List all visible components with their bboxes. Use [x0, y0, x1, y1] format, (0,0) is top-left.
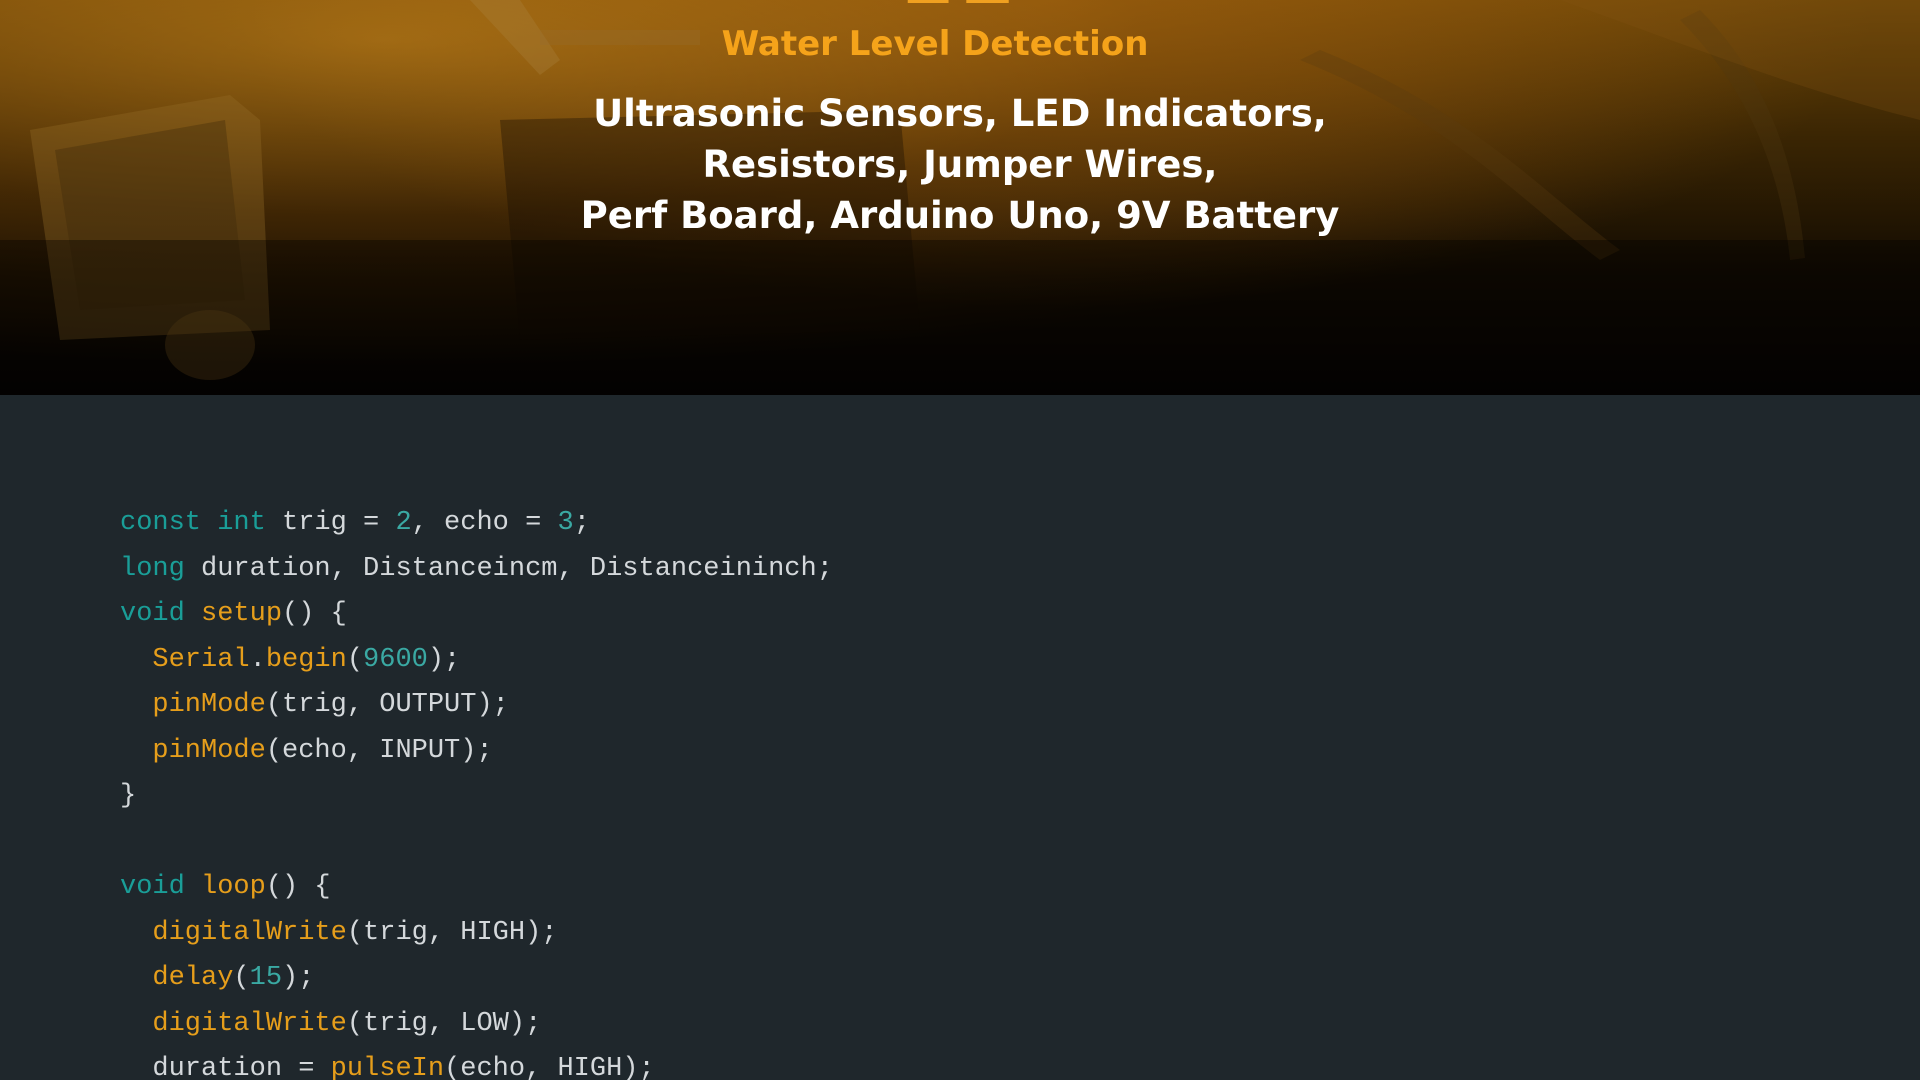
arduino-code: const int trig = 2, echo = 3; long durati…	[120, 501, 833, 1080]
code-token: Serial	[152, 644, 250, 675]
code-token: 9600	[363, 644, 428, 675]
code-line: pinMode(trig, OUTPUT);	[120, 683, 833, 729]
code-token: 2	[395, 508, 412, 538]
code-token: pinMode	[152, 690, 266, 720]
code-line: duration = pulseIn(echo, HIGH);	[120, 1047, 833, 1080]
code-block: const int trig = 2, echo = 3; long durati…	[0, 395, 1920, 1080]
code-token: 3	[557, 508, 574, 538]
code-token: trig =	[265, 508, 396, 538]
code-token: , echo =	[411, 508, 558, 538]
code-token: (trig, OUTPUT);	[265, 690, 509, 720]
code-token: (	[233, 963, 250, 993]
code-token: () {	[265, 872, 331, 902]
code-token: const	[120, 508, 202, 538]
code-token: );	[427, 644, 461, 675]
code-token: .	[249, 644, 266, 675]
code-token: (echo, INPUT);	[265, 735, 493, 766]
code-token: () {	[282, 599, 347, 629]
code-token: duration =	[120, 1054, 331, 1080]
code-token: 15	[249, 963, 283, 993]
code-token: void	[120, 872, 185, 902]
code-token: duration, Distanceincm, Distanceininch;	[184, 553, 833, 584]
code-line: pinMode(echo, INPUT);	[120, 729, 833, 775]
components-list: Ultrasonic Sensors, LED Indicators, Resi…	[0, 88, 1920, 241]
components-line: Resistors, Jumper Wires,	[702, 143, 1218, 186]
code-line: delay(15);	[120, 956, 833, 1002]
code-token: ;	[573, 508, 590, 538]
code-token: (echo, HIGH);	[444, 1054, 655, 1080]
code-line: digitalWrite(trig, HIGH);	[120, 911, 833, 957]
code-token: (trig, LOW);	[346, 1008, 542, 1039]
code-token: int	[217, 508, 266, 538]
code-token: (	[346, 644, 364, 675]
code-token: (trig, HIGH);	[346, 917, 558, 948]
code-token: loop	[201, 872, 266, 902]
project-title: Water Level Detection	[721, 24, 1149, 64]
code-token: void	[120, 599, 185, 629]
code-line: long duration, Distanceincm, Distanceini…	[120, 547, 833, 593]
code-token: pinMode	[152, 735, 266, 766]
code-token: setup	[201, 599, 283, 629]
code-token: digitalWrite	[152, 917, 347, 948]
code-token: pulseIn	[330, 1054, 445, 1080]
components-line: Perf Board, Arduino Uno, 9V Battery	[580, 194, 1340, 237]
code-token: );	[282, 963, 315, 993]
code-line: digitalWrite(trig, LOW);	[120, 1002, 833, 1048]
code-line: void setup() {	[120, 592, 833, 638]
code-token: long	[120, 553, 185, 584]
project-number: 12	[0, 0, 1920, 16]
code-token: digitalWrite	[152, 1008, 347, 1039]
code-token: begin	[265, 644, 347, 675]
components-line: Ultrasonic Sensors, LED Indicators,	[593, 92, 1327, 135]
code-line: Serial.begin(9600);	[120, 638, 833, 684]
code-token: }	[120, 781, 137, 811]
hero-banner: 12 Water Level Detection Ultrasonic Sens…	[0, 0, 1920, 395]
code-line: void loop() {	[120, 865, 833, 911]
code-line: const int trig = 2, echo = 3;	[120, 501, 833, 547]
code-line: }	[120, 774, 833, 820]
code-token: delay	[152, 963, 234, 993]
